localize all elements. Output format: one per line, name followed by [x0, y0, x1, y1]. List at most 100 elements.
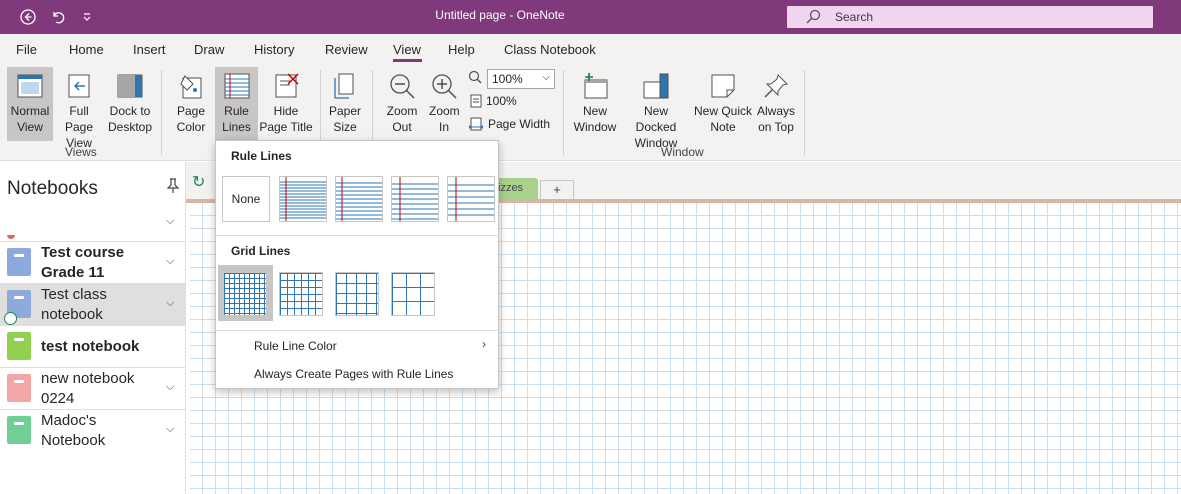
notebook-item[interactable]: test notebook	[0, 326, 185, 368]
none-label: None	[231, 192, 261, 206]
page-color-button[interactable]: Page Color	[170, 67, 212, 141]
rule-line-color-item[interactable]: Rule Line Color	[254, 339, 337, 353]
section-tab-label: izzes	[498, 182, 524, 194]
separator	[161, 70, 162, 155]
always-on-top-button[interactable]: Always on Top	[755, 67, 797, 141]
chevron-down-icon[interactable]: ⌵	[166, 423, 174, 436]
notebooks-title: Notebooks	[7, 178, 98, 199]
paper-size-icon	[334, 73, 354, 99]
new-window-button[interactable]: New Window	[570, 67, 620, 141]
wide-ruled-icon	[448, 177, 494, 221]
search-placeholder: Search	[835, 10, 874, 24]
notebook-icon	[7, 332, 31, 360]
notebook-icon	[7, 374, 31, 402]
new-docked-window-button[interactable]: New Docked Window	[622, 67, 690, 150]
rule-lines-narrow-option[interactable]	[279, 176, 327, 222]
page-width-button[interactable]: Page Width	[468, 117, 550, 131]
divider	[216, 330, 498, 331]
tab-file[interactable]: File	[16, 42, 37, 57]
rule-lines-button[interactable]: Rule Lines	[215, 67, 258, 141]
new-docked-window-label: New Docked Window	[634, 104, 678, 150]
new-window-icon	[584, 73, 608, 99]
pin-icon	[764, 74, 788, 98]
rule-lines-icon	[224, 73, 249, 99]
notebook-picker[interactable]: ⌵	[0, 202, 185, 242]
narrow-ruled-icon	[280, 177, 326, 221]
menu-bar: File Home Insert Draw History Review Vie…	[0, 34, 1181, 64]
add-section-button[interactable]: +	[540, 180, 574, 199]
separator	[804, 70, 805, 155]
rule-lines-none-option[interactable]: None	[222, 176, 270, 222]
new-window-label: New Window	[573, 104, 617, 134]
rule-lines-college-option[interactable]	[335, 176, 383, 222]
search-box[interactable]: Search	[787, 6, 1153, 28]
tab-review[interactable]: Review	[325, 42, 368, 57]
notebook-item[interactable]: Madoc's Notebook ⌵	[0, 410, 185, 452]
always-on-top-label: Always on Top	[756, 104, 795, 134]
zoom-out-label: Zoom Out	[386, 104, 418, 134]
sync-badge-icon	[4, 312, 17, 325]
notebook-edge	[7, 235, 15, 239]
zoom-100-button[interactable]: 100%	[470, 94, 517, 108]
notebook-icon	[7, 248, 31, 276]
full-page-view-button[interactable]: Full Page View	[54, 67, 104, 150]
zoom-out-icon	[390, 74, 415, 99]
hide-page-title-label: Hide Page Title	[259, 104, 313, 134]
chevron-down-icon: ⌵	[542, 72, 550, 83]
chevron-right-icon: ›	[482, 337, 486, 351]
tab-view[interactable]: View	[393, 42, 421, 57]
zoom-100-label: 100%	[486, 94, 517, 108]
chevron-down-icon[interactable]: ⌵	[166, 255, 174, 268]
normal-view-button[interactable]: Normal View	[7, 67, 53, 141]
grid-small-option[interactable]	[223, 272, 267, 316]
rule-lines-wide-option[interactable]	[447, 176, 495, 222]
tab-history[interactable]: History	[254, 42, 294, 57]
normal-view-label: Normal View	[10, 104, 50, 134]
chevron-down-icon[interactable]: ⌵	[166, 297, 174, 310]
notebook-name: Test class notebook	[41, 286, 107, 323]
zoom-in-label: Zoom In	[429, 104, 460, 134]
tab-draw[interactable]: Draw	[194, 42, 224, 57]
college-ruled-icon	[336, 177, 382, 221]
always-create-pages-item[interactable]: Always Create Pages with Rule Lines	[254, 367, 453, 381]
grid-very-large-option[interactable]	[391, 272, 435, 316]
zoom-select-value: 100%	[492, 72, 523, 86]
zoom-out-button[interactable]: Zoom Out	[381, 67, 423, 141]
title-bar: Untitled page - OneNote Search	[0, 0, 1181, 34]
dock-to-desktop-button[interactable]: Dock to Desktop	[106, 67, 154, 141]
paper-size-button[interactable]: Paper Size	[325, 67, 365, 141]
active-tab-indicator	[393, 59, 422, 62]
paint-bucket-icon	[180, 75, 202, 99]
zoom-in-button[interactable]: Zoom In	[423, 67, 465, 141]
new-quick-note-label: New Quick Note	[693, 104, 752, 134]
separator	[563, 70, 564, 155]
chevron-down-icon: ⌵	[166, 215, 175, 227]
tab-class-notebook[interactable]: Class Notebook	[504, 42, 596, 57]
rule-lines-standard-option[interactable]	[391, 176, 439, 222]
tab-help[interactable]: Help	[448, 42, 475, 57]
full-page-view-label: Full Page View	[64, 104, 94, 150]
tab-insert[interactable]: Insert	[133, 42, 166, 57]
grid-large-option[interactable]	[335, 272, 379, 316]
hide-page-title-button[interactable]: Hide Page Title	[258, 67, 314, 141]
notebook-item[interactable]: new notebook 0224 ⌵	[0, 368, 185, 410]
tab-home[interactable]: Home	[69, 42, 104, 57]
divider	[216, 235, 498, 236]
sync-icon[interactable]: ↻	[192, 172, 205, 192]
zoom-select[interactable]: 100% ⌵	[487, 69, 555, 89]
pin-pane-icon[interactable]	[166, 178, 180, 197]
quick-note-icon	[711, 74, 735, 98]
grid-lines-heading: Grid Lines	[231, 244, 291, 258]
notebooks-pane: Notebooks ⌵ Test course Grade 11 ⌵ Test …	[0, 162, 186, 494]
grid-medium-option[interactable]	[279, 272, 323, 316]
rule-lines-label: Rule Lines	[222, 104, 251, 134]
views-group-label: Views	[65, 145, 97, 159]
notebook-item[interactable]: Test course Grade 11 ⌵	[0, 242, 185, 284]
notebook-item[interactable]: Test class notebook ⌵	[0, 284, 185, 326]
chevron-down-icon[interactable]: ⌵	[166, 381, 174, 394]
zoom-magnifier-icon	[468, 70, 482, 84]
notebook-name: new notebook 0224	[41, 370, 135, 407]
standard-ruled-icon	[392, 177, 438, 221]
page-width-icon	[468, 117, 484, 131]
new-quick-note-button[interactable]: New Quick Note	[692, 67, 754, 141]
